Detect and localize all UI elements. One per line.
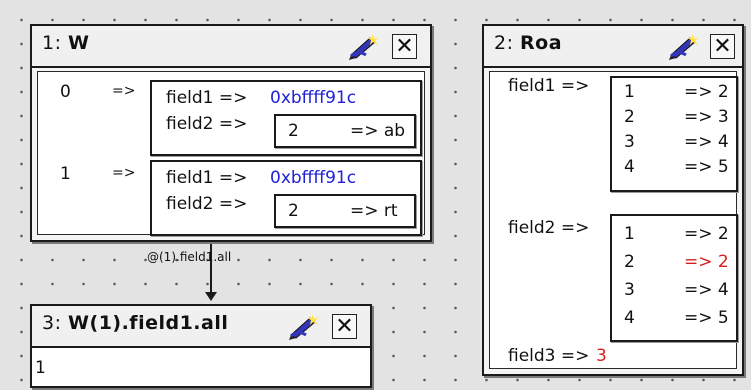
array-box[interactable]: 2 => ab <box>274 114 416 148</box>
array-box[interactable]: 2 => rt <box>274 194 416 228</box>
edit-pen-icon[interactable] <box>668 31 702 61</box>
panel-roa-content: field1 => 1 => 2 2 => 3 3 => 4 4 => 5 fi… <box>489 71 738 369</box>
array-value[interactable]: => rt <box>350 201 398 221</box>
array-index: 2 <box>624 107 635 127</box>
array-index: 4 <box>624 308 635 328</box>
array-index: 2 <box>624 252 635 272</box>
panel-title-bar[interactable]: 1: W ✕ <box>32 26 430 68</box>
row-index: 0 <box>60 82 71 102</box>
field1-label: field1 => <box>166 168 248 188</box>
array-index: 1 <box>624 82 635 102</box>
edit-pen-icon[interactable] <box>348 31 382 61</box>
array-index: 4 <box>624 157 635 177</box>
panel-title-bar[interactable]: 2: Roa ✕ <box>484 26 742 68</box>
panel-title-bar[interactable]: 3: W(1).field1.all ✕ <box>32 306 370 348</box>
panel-title: 1: W <box>42 32 90 54</box>
array-value[interactable]: => 5 <box>684 308 729 328</box>
array-value[interactable]: => 2 <box>684 82 729 102</box>
array-value[interactable]: => 3 <box>684 107 729 127</box>
record-box[interactable]: field1 => 0xbffff91c field2 => 2 => rt <box>150 160 422 236</box>
close-button[interactable]: ✕ <box>332 314 357 339</box>
panel-w[interactable]: 1: W ✕ 0 => field1 => 0xbffff91c field2 … <box>30 24 432 242</box>
close-button[interactable]: ✕ <box>710 34 735 59</box>
array-index: 3 <box>624 132 635 152</box>
row-arrow: => <box>112 83 136 99</box>
array-value[interactable]: => 5 <box>684 157 729 177</box>
array-box[interactable]: 1 => 2 2 => 3 3 => 4 4 => 5 <box>610 76 738 192</box>
array-value[interactable]: => 4 <box>684 280 729 300</box>
value-text[interactable]: 1 <box>35 358 46 378</box>
array-index: 3 <box>624 280 635 300</box>
panel-title: 2: Roa <box>494 32 563 54</box>
field2-label: field2 => <box>508 218 590 238</box>
close-icon: ✕ <box>713 33 732 59</box>
field1-label: field1 => <box>166 88 248 108</box>
field3-value[interactable]: 3 <box>596 346 607 366</box>
field1-value[interactable]: 0xbffff91c <box>270 88 356 108</box>
field2-label: field2 => <box>166 194 248 214</box>
panel-w1-field1-all[interactable]: 3: W(1).field1.all ✕ 1 <box>30 304 372 388</box>
panel-roa[interactable]: 2: Roa ✕ field1 => 1 => 2 2 => 3 3 => 4 … <box>482 24 744 376</box>
panel-w-content: 0 => field1 => 0xbffff91c field2 => 2 =>… <box>37 71 425 236</box>
field1-label: field1 => <box>508 76 590 96</box>
field1-value[interactable]: 0xbffff91c <box>270 168 356 188</box>
record-box[interactable]: field1 => 0xbffff91c field2 => 2 => ab <box>150 80 422 156</box>
array-index: 1 <box>624 224 635 244</box>
close-icon: ✕ <box>335 313 354 339</box>
array-value[interactable]: => 4 <box>684 132 729 152</box>
array-value[interactable]: => ab <box>350 121 405 141</box>
field2-label: field2 => <box>166 114 248 134</box>
array-box[interactable]: 1 => 2 2 => 2 3 => 4 4 => 5 <box>610 214 738 342</box>
array-index: 2 <box>288 201 299 221</box>
field3-label: field3 => <box>508 346 590 366</box>
array-index: 2 <box>288 121 299 141</box>
close-icon: ✕ <box>395 33 414 59</box>
edit-pen-icon[interactable] <box>288 311 322 341</box>
close-button[interactable]: ✕ <box>392 34 417 59</box>
row-index: 1 <box>60 164 71 184</box>
array-value[interactable]: => 2 <box>684 224 729 244</box>
link-label[interactable]: @(1).field1.all <box>147 250 231 264</box>
link-arrow-icon <box>205 292 217 301</box>
panel-w1-content: 1 <box>32 348 370 386</box>
row-arrow: => <box>112 165 136 181</box>
array-value-changed[interactable]: => 2 <box>684 252 729 272</box>
panel-title: 3: W(1).field1.all <box>42 312 229 334</box>
